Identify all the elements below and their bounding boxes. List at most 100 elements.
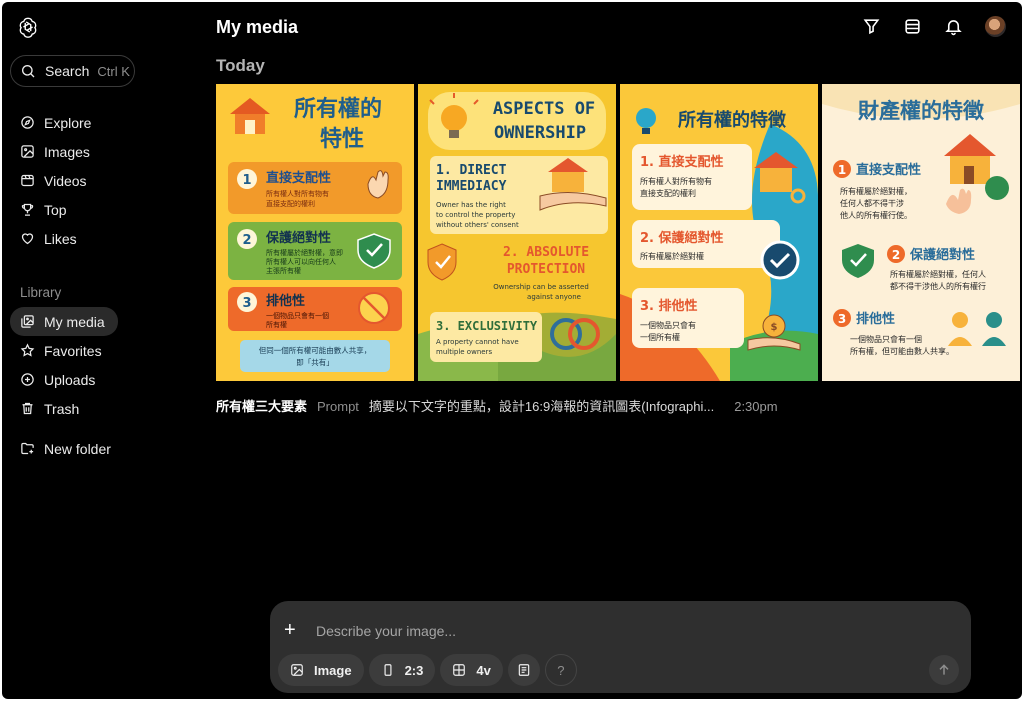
sidebar-item-favorites[interactable]: Favorites <box>10 336 195 365</box>
my-media-icon <box>21 315 34 328</box>
composer-options: Image 2:3 4v ? <box>278 654 577 686</box>
library-heading: Library <box>20 285 62 300</box>
svg-text:3: 3 <box>242 296 251 311</box>
sidebar-item-label: Videos <box>44 172 87 189</box>
filter-button[interactable] <box>862 17 881 36</box>
date-group-heading: Today <box>216 56 265 75</box>
svg-text:Owner has the right: Owner has the right <box>436 201 506 209</box>
new-folder-label: New folder <box>44 440 111 457</box>
list-view-button[interactable] <box>903 17 922 36</box>
sidebar-item-videos[interactable]: Videos <box>10 166 195 195</box>
svg-text:without others' consent: without others' consent <box>436 221 519 229</box>
sidebar-item-likes[interactable]: Likes <box>10 224 195 253</box>
star-icon <box>20 343 35 357</box>
svg-text:保護絕對性: 保護絕對性 <box>265 230 331 246</box>
sidebar-item-label: Explore <box>44 114 92 131</box>
video-icon <box>21 174 34 187</box>
variants-button[interactable]: 4v <box>440 654 503 686</box>
document-icon <box>518 664 530 676</box>
svg-text:主張所有權: 主張所有權 <box>266 266 301 275</box>
avatar[interactable] <box>985 16 1006 37</box>
svg-text:3. EXCLUSIVITY: 3. EXCLUSIVITY <box>436 319 538 333</box>
search-label: Search <box>45 63 90 79</box>
svg-text:against anyone: against anyone <box>527 293 581 301</box>
media-thumbnail[interactable]: 所有權的特徵 1. 直接支配性 所有權人對所有物有 直接支配的權利 2. 保護絕… <box>620 84 818 381</box>
svg-text:IMMEDIACY: IMMEDIACY <box>436 179 507 194</box>
svg-text:to control the property: to control the property <box>436 211 515 219</box>
svg-text:1. 直接支配性: 1. 直接支配性 <box>640 154 724 170</box>
svg-text:OWNERSHIP: OWNERSHIP <box>494 123 586 143</box>
svg-text:所有權屬於絕對權，任何人: 所有權屬於絕對權，任何人 <box>890 269 986 279</box>
sidebar-item-explore[interactable]: Explore <box>10 108 195 137</box>
prompt-input[interactable] <box>316 621 916 641</box>
svg-text:2: 2 <box>242 233 251 248</box>
svg-text:Ownership can be asserted: Ownership can be asserted <box>493 283 589 291</box>
svg-text:2. 保護絕對性: 2. 保護絕對性 <box>640 230 724 246</box>
media-thumbnail[interactable]: 財產權的特徵 1 直接支配性 所有權屬於絕對權， 任何人都不得干涉 他人的所有權… <box>822 84 1020 381</box>
help-button[interactable]: ? <box>544 654 577 686</box>
app-window: Search Ctrl K Explore Images Videos Top <box>2 2 1022 699</box>
prompt-text[interactable]: 摘要以下文字的重點，設計16:9海報的資訊圖表(Infographi... <box>369 396 714 415</box>
sidebar-item-trash[interactable]: Trash <box>10 394 195 423</box>
svg-text:一個物品只會有: 一個物品只會有 <box>640 320 696 330</box>
send-button[interactable] <box>929 655 959 685</box>
composer: + Image 2:3 4v ? <box>270 601 971 693</box>
svg-text:所有權，但可能由數人共享。: 所有權，但可能由數人共享。 <box>850 346 954 356</box>
svg-text:所有權屬於絕對權: 所有權屬於絕對權 <box>640 251 704 261</box>
bell-icon <box>945 20 962 36</box>
logo-icon[interactable] <box>17 16 39 38</box>
svg-text:multiple owners: multiple owners <box>436 348 492 356</box>
search-button[interactable]: Search Ctrl K <box>10 55 135 87</box>
svg-text:保護絕對性: 保護絕對性 <box>909 247 975 263</box>
svg-text:排他性: 排他性 <box>266 293 305 309</box>
sidebar-item-uploads[interactable]: Uploads <box>10 365 195 394</box>
svg-text:1: 1 <box>242 173 251 188</box>
svg-text:一個物品只會有一個: 一個物品只會有一個 <box>850 334 922 344</box>
svg-text:1: 1 <box>838 163 846 177</box>
media-caption: 所有權三大要素 Prompt 摘要以下文字的重點，設計16:9海報的資訊圖表(I… <box>216 396 778 415</box>
library-nav: My media Favorites Uploads Trash <box>10 307 195 423</box>
image-icon <box>21 145 34 158</box>
folder-nav: New folder <box>10 434 195 463</box>
svg-text:直接支配性: 直接支配性 <box>856 162 921 178</box>
svg-text:所有權: 所有權 <box>266 320 287 329</box>
sidebar-item-label: Top <box>44 201 67 218</box>
trash-icon <box>22 402 33 415</box>
variants-label: 4v <box>476 662 491 678</box>
sidebar-item-label: Likes <box>44 230 77 247</box>
trophy-icon <box>21 203 34 216</box>
media-thumbnail[interactable]: ASPECTS OF OWNERSHIP 1. DIRECT IMMEDIACY… <box>418 84 616 381</box>
svg-text:1. DIRECT: 1. DIRECT <box>436 163 507 178</box>
media-title[interactable]: 所有權三大要素 <box>216 396 307 415</box>
primary-nav: Explore Images Videos Top Likes <box>10 108 195 253</box>
mode-image-button[interactable]: Image <box>278 654 364 686</box>
add-attachment-button[interactable]: + <box>284 619 296 642</box>
timestamp: 2:30pm <box>734 399 778 414</box>
presets-button[interactable] <box>507 654 540 686</box>
sidebar: Search Ctrl K Explore Images Videos Top <box>2 2 202 699</box>
svg-text:2: 2 <box>892 248 900 262</box>
svg-text:他人的所有權行使。: 他人的所有權行使。 <box>840 210 912 220</box>
svg-text:即「共有」: 即「共有」 <box>296 357 334 367</box>
new-folder-button[interactable]: New folder <box>10 434 195 463</box>
svg-text:直接支配的權利: 直接支配的權利 <box>266 199 315 208</box>
svg-text:一個所有權: 一個所有權 <box>640 332 680 342</box>
sidebar-item-label: Images <box>44 143 90 160</box>
sidebar-item-images[interactable]: Images <box>10 137 195 166</box>
arrow-up-icon <box>939 664 949 675</box>
header-actions <box>862 16 1006 37</box>
svg-text:都不得干涉他人的所有權行: 都不得干涉他人的所有權行 <box>890 281 986 291</box>
svg-text:A property cannot have: A property cannot have <box>436 338 519 346</box>
new-folder-icon <box>21 442 34 455</box>
sidebar-item-top[interactable]: Top <box>10 195 195 224</box>
media-thumbnail[interactable]: 所有權的 特性 1 直接支配性 所有權人對所有物有 直接支配的權利 2 保護絕對… <box>216 84 414 381</box>
svg-text:任何人都不得干涉: 任何人都不得干涉 <box>840 198 904 208</box>
svg-text:PROTECTION: PROTECTION <box>507 262 585 277</box>
plus-circle-icon <box>21 373 34 386</box>
grid-icon <box>453 664 466 676</box>
svg-text:所有權人對所有物有: 所有權人對所有物有 <box>640 176 712 186</box>
portrait-ratio-icon <box>384 664 392 676</box>
notifications-button[interactable] <box>944 17 963 36</box>
aspect-ratio-button[interactable]: 2:3 <box>368 654 436 686</box>
sidebar-item-my-media[interactable]: My media <box>10 307 118 336</box>
